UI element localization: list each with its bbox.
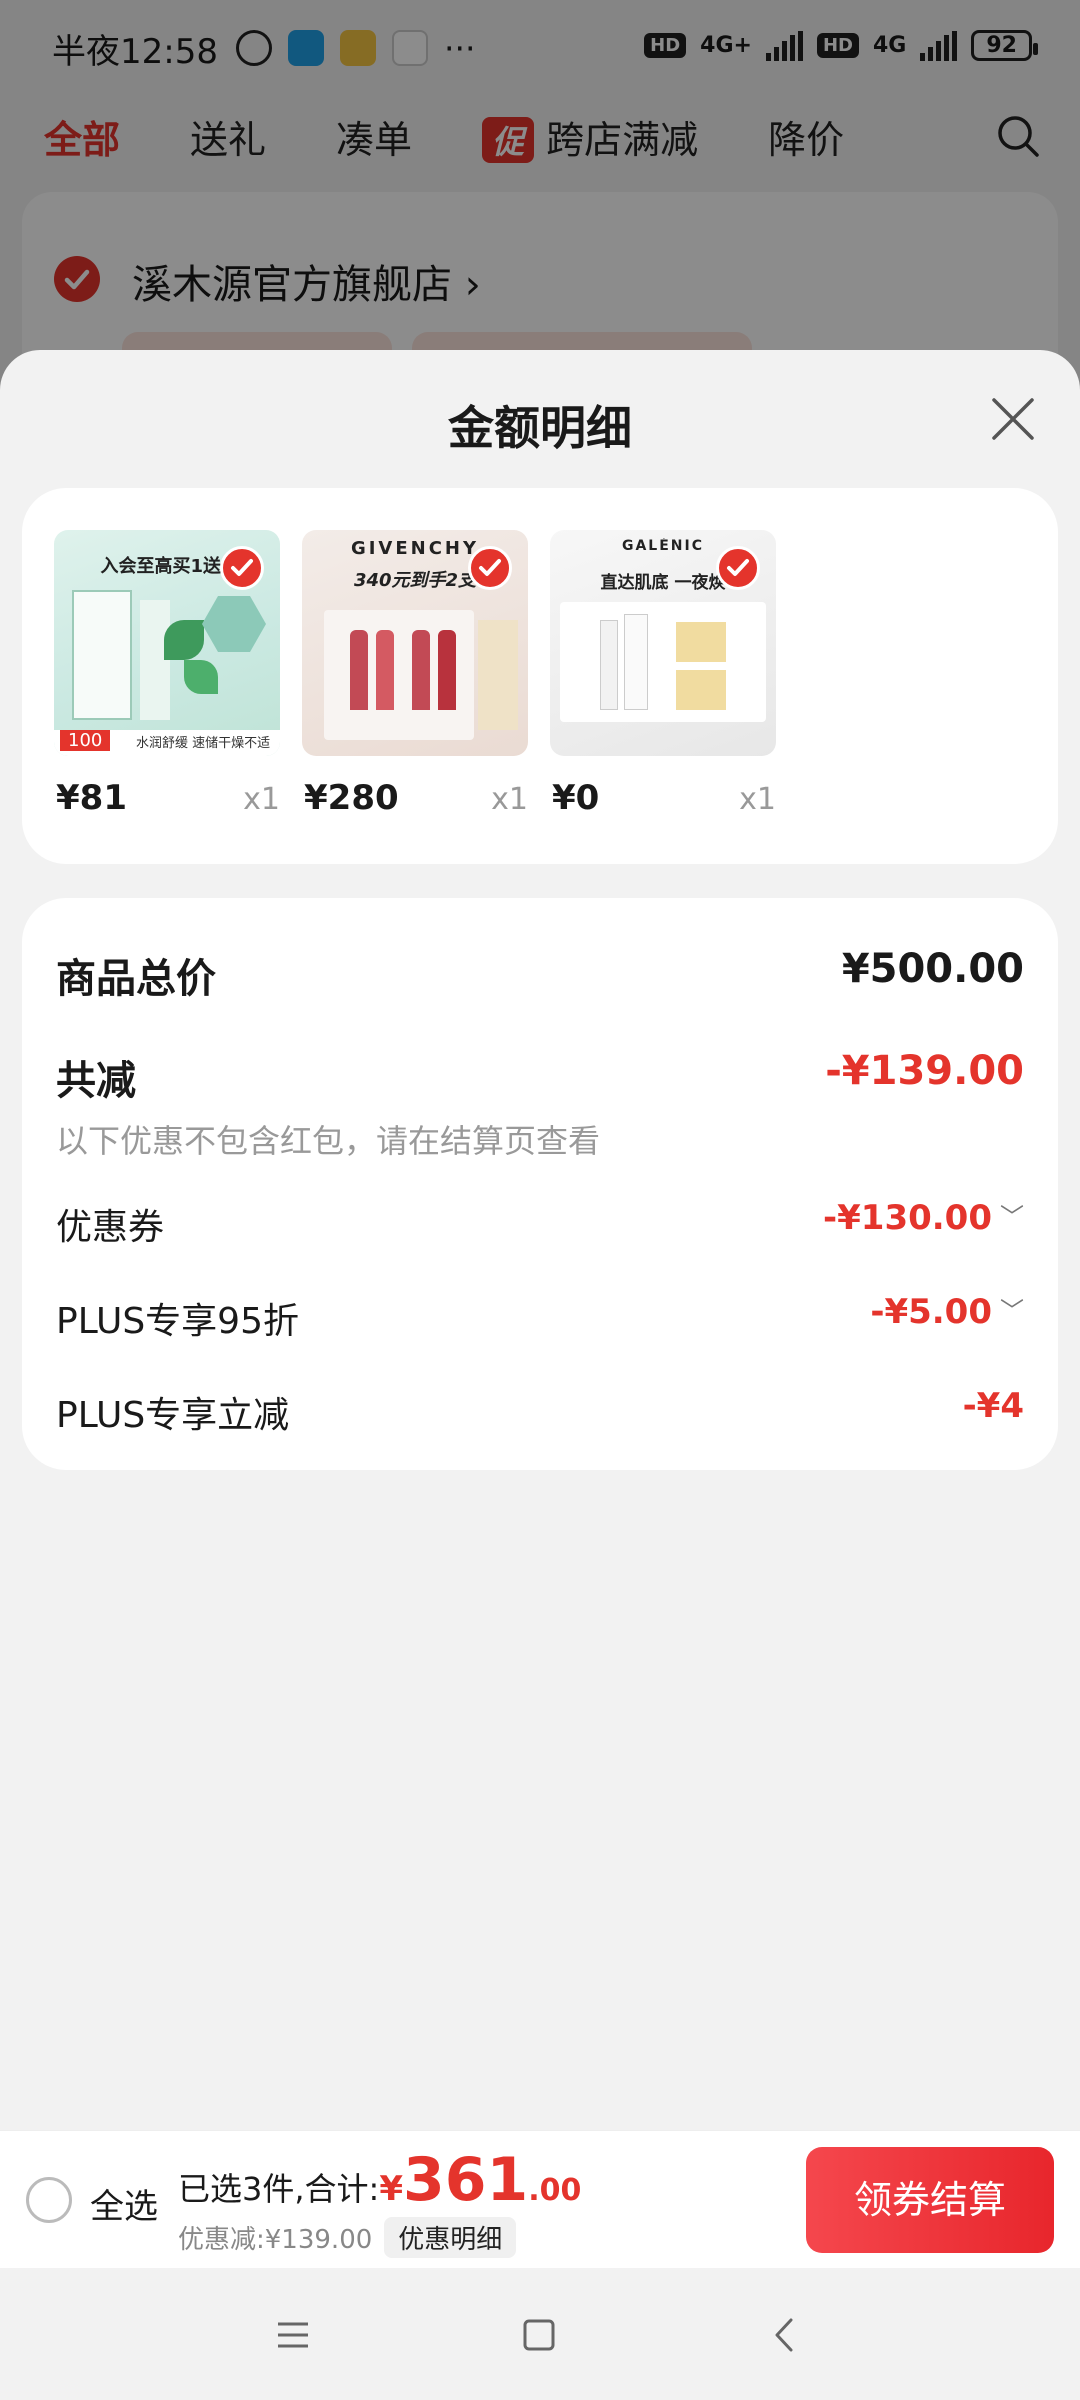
goods-total-value: ¥500.00 (841, 946, 1024, 992)
lipstick-shape (350, 630, 368, 710)
amount-detail-sheet: 金额明细 入会至高买1送1 100 水润舒缓 速储干燥不适 ¥81 x1 GIV… (0, 350, 1080, 2130)
discount-summary: 优惠减:¥139.00 (178, 2225, 373, 2255)
total-integer: 361 (403, 2145, 529, 2215)
product-item[interactable]: GALÉNIC 直达肌底 一夜焕 ¥0 x1 (550, 530, 776, 818)
discount-label: PLUS专享立减 (56, 1395, 290, 1436)
chevron-down-icon: ﹀ (1000, 1203, 1024, 1231)
product-thumbnail: GIVENCHY 340元到手2支 (302, 530, 528, 756)
product-tube (600, 620, 618, 710)
price-summary-card: 商品总价 ¥500.00 共减 -¥139.00 以下优惠不包含红包，请在结算页… (22, 898, 1058, 1470)
check-icon (479, 559, 501, 576)
total-line: 已选3件,合计:¥361.00 (178, 2145, 581, 2215)
product-box-shape (72, 590, 132, 720)
product-box-shape (140, 600, 170, 720)
home-icon[interactable] (512, 2308, 566, 2362)
checkout-bar: 全选 已选3件,合计:¥361.00 优惠减:¥139.00 优惠明细 领券结算 (0, 2130, 1080, 2268)
lipstick-shape (376, 630, 394, 710)
discount-value-wrap: -¥5.00 ﹀ (870, 1292, 1024, 1332)
item-checkbox[interactable] (220, 546, 264, 590)
item-quantity: x1 (739, 782, 776, 817)
product-hexagon (202, 596, 266, 652)
item-price: ¥280 (304, 778, 399, 818)
discount-line: 优惠减:¥139.00 优惠明细 (178, 2217, 517, 2258)
discount-label: PLUS专享95折 (56, 1301, 299, 1342)
total-currency: ¥ (379, 2169, 403, 2209)
leaf-shape (184, 660, 218, 694)
reduction-note: 以下优惠不包含红包，请在结算页查看 (56, 1122, 601, 1160)
discount-value: -¥130.00 (823, 1198, 992, 1238)
price-strip (478, 620, 518, 730)
goods-total-row: 商品总价 ¥500.00 (56, 946, 1024, 1002)
item-price: ¥0 (552, 778, 600, 818)
product-thumbnail: GALÉNIC 直达肌底 一夜焕 (550, 530, 776, 756)
select-all-label[interactable]: 全选 (90, 2179, 158, 2228)
item-quantity: x1 (491, 782, 528, 817)
item-price: ¥81 (56, 778, 127, 818)
select-all-radio[interactable] (26, 2177, 72, 2223)
lipstick-shape (438, 630, 456, 710)
coupon-tag (676, 670, 726, 710)
checkout-button[interactable]: 领券结算 (806, 2147, 1054, 2253)
discount-detail-button[interactable]: 优惠明细 (384, 2217, 517, 2258)
item-checkbox[interactable] (468, 546, 512, 590)
discount-label: 优惠券 (56, 1207, 165, 1248)
lipstick-shape (412, 630, 430, 710)
reduction-row: 共减 -¥139.00 (56, 1048, 1024, 1104)
discount-value: -¥4 (962, 1386, 1024, 1426)
discount-row-coupon[interactable]: 优惠券 -¥130.00 ﹀ (56, 1198, 1024, 1248)
product-item[interactable]: 入会至高买1送1 100 水润舒缓 速储干燥不适 ¥81 x1 (54, 530, 280, 818)
product-thumbnail: 入会至高买1送1 100 水润舒缓 速储干燥不适 (54, 530, 280, 756)
item-quantity: x1 (243, 782, 280, 817)
discount-value-wrap: -¥130.00 ﹀ (823, 1198, 1024, 1238)
reduction-value: -¥139.00 (825, 1048, 1024, 1094)
product-item[interactable]: GIVENCHY 340元到手2支 ¥280 x1 (302, 530, 528, 818)
check-icon (231, 559, 253, 576)
sheet-title: 金额明细 (448, 401, 632, 455)
item-checkbox[interactable] (716, 546, 760, 590)
chevron-down-icon: ﹀ (1000, 1297, 1024, 1325)
product-panel (560, 602, 766, 722)
discount-row-plus-instant: PLUS专享立减 -¥4 (56, 1386, 1024, 1436)
system-nav-bar (0, 2268, 1080, 2400)
total-decimal: .00 (528, 2173, 582, 2208)
product-tube (624, 614, 648, 710)
goods-total-label: 商品总价 (56, 956, 216, 1002)
price-tag-caption: 水润舒缓 速储干燥不适 (136, 736, 271, 751)
check-icon (727, 559, 749, 576)
reduction-label: 共减 (56, 1058, 136, 1104)
price-tag: 100 水润舒缓 速储干燥不适 (54, 730, 280, 756)
price-tag-value: 100 (60, 730, 111, 751)
selected-items-card: 入会至高买1送1 100 水润舒缓 速储干燥不适 ¥81 x1 GIVENCHY… (22, 488, 1058, 864)
selected-count-text: 已选3件,合计: (178, 2170, 380, 2208)
coupon-tag (676, 622, 726, 662)
leaf-shape (164, 620, 204, 660)
menu-icon[interactable] (266, 2308, 320, 2362)
close-icon[interactable] (988, 394, 1038, 444)
discount-value: -¥5.00 (870, 1292, 992, 1332)
discount-row-plus-95[interactable]: PLUS专享95折 -¥5.00 ﹀ (56, 1292, 1024, 1342)
back-icon[interactable] (758, 2308, 812, 2362)
